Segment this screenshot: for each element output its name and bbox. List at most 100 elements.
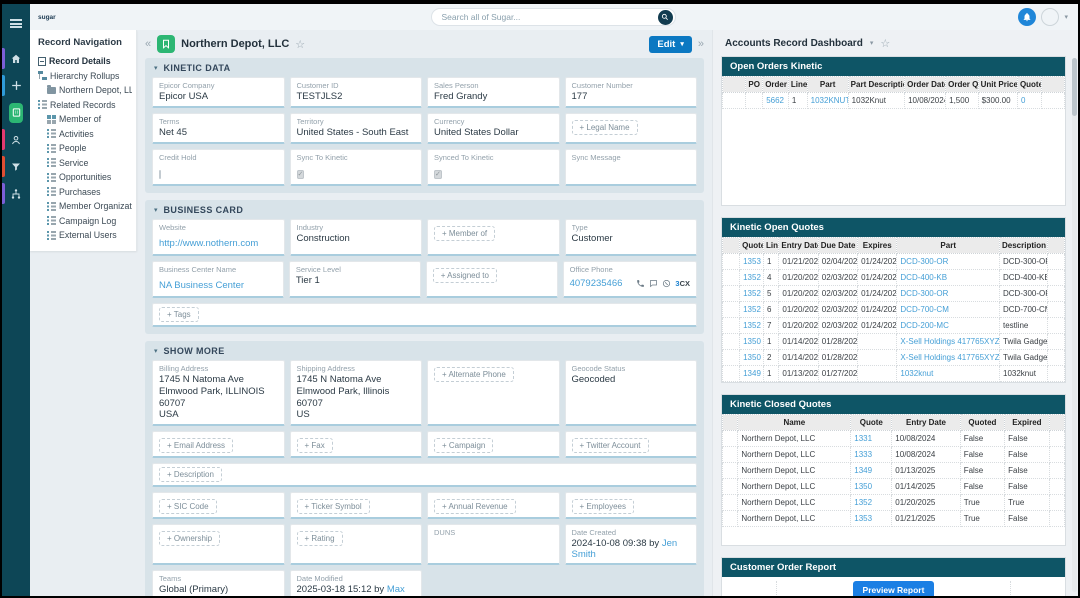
nav-item-northern-depot-llc[interactable]: Northern Depot, LLC (38, 83, 132, 98)
global-search[interactable] (431, 8, 676, 26)
notifications-bell-icon[interactable] (1018, 8, 1036, 26)
section-header-kinetic-data[interactable]: ▾KINETIC DATA (145, 58, 704, 77)
cell-link[interactable]: 5662 (766, 96, 784, 105)
search-input[interactable] (442, 12, 658, 22)
whatsapp-icon[interactable] (662, 275, 671, 293)
add-field-button-legal-name[interactable]: + Legal Name (572, 120, 638, 135)
cell-link[interactable]: 1350 (743, 353, 761, 362)
add-field-button-description[interactable]: + Description (159, 467, 222, 482)
cell-link[interactable]: X-Sell Holdings 417765XYZ987 (900, 353, 999, 362)
cell-link[interactable]: 1352 (743, 273, 761, 282)
cell-link[interactable]: 1352 (854, 498, 872, 507)
table-header-entry-date: Entry Date (779, 238, 818, 254)
cell-link[interactable]: DCD-700-CM (900, 305, 948, 314)
nav-item-record-details[interactable]: Record Details (38, 54, 132, 69)
dashboard-title[interactable]: Accounts Record Dashboard (725, 38, 863, 49)
cell-link[interactable]: 1349 (743, 369, 761, 378)
cell-link[interactable]: DCD-300-OR (900, 257, 948, 266)
rail-item-org[interactable] (2, 180, 30, 207)
add-field-button-twitter-account[interactable]: + Twitter Account (572, 438, 649, 453)
cell-link[interactable]: 1032knut (900, 369, 933, 378)
checkbox-unchecked[interactable] (159, 170, 161, 179)
call-icon[interactable] (636, 275, 645, 293)
table-cell (1049, 431, 1064, 447)
cell-link[interactable]: DCD-400-KB (900, 273, 947, 282)
table-cell: 10/08/2024 (892, 447, 960, 463)
section-header-show-more[interactable]: ▾SHOW MORE (145, 341, 704, 360)
cell-link[interactable]: DCD-300-OR (900, 289, 948, 298)
field-value[interactable]: http://www.nothern.com (159, 238, 258, 249)
checkbox-checked[interactable]: ✓ (434, 170, 442, 179)
table-header-cell (1041, 77, 1064, 93)
nav-item-member-of[interactable]: Member of (38, 112, 132, 127)
add-field-button-member-of[interactable]: + Member of (434, 226, 495, 241)
table-row: Northern Depot, LLC135201/20/2025TrueTru… (723, 495, 1065, 511)
expand-dashboard-icon[interactable]: » (698, 38, 704, 50)
add-field-button-sic-code[interactable]: + SIC Code (159, 499, 217, 514)
dashboard-scrollbar[interactable] (1072, 58, 1077, 592)
search-icon[interactable] (658, 10, 673, 25)
field-value: United States Dollar (434, 127, 553, 139)
cell-link[interactable]: 1352 (743, 305, 761, 314)
field-value[interactable]: NA Business Center (159, 280, 244, 291)
add-field-button-email-address[interactable]: + Email Address (159, 438, 233, 453)
cell-link[interactable]: 1349 (854, 466, 872, 475)
add-field-button-ownership[interactable]: + Ownership (159, 531, 220, 546)
cell-link[interactable]: 1353 (854, 514, 872, 523)
cell-link[interactable]: 1353 (743, 257, 761, 266)
preview-report-button[interactable]: Preview Report (853, 581, 935, 596)
cell-link[interactable]: 1350 (743, 337, 761, 346)
table-cell (723, 286, 740, 302)
nav-item-campaign-log[interactable]: Campaign Log (38, 214, 132, 229)
favorite-star-icon[interactable]: ☆ (295, 38, 305, 51)
rail-item-home[interactable] (2, 45, 30, 72)
rail-item-contacts[interactable] (2, 126, 30, 153)
cell-link[interactable]: 1032KNUT (811, 96, 849, 105)
rail-item-plus[interactable] (2, 72, 30, 99)
cell-link[interactable]: 1331 (854, 434, 872, 443)
add-field-button-annual-revenue[interactable]: + Annual Revenue (434, 499, 516, 514)
nav-item-opportunities[interactable]: Opportunities (38, 170, 132, 185)
threecx-icon[interactable]: 3CX (675, 279, 690, 288)
cell-link[interactable]: X-Sell Holdings 417765XYZ987 (900, 337, 999, 346)
nav-item-service[interactable]: Service (38, 156, 132, 171)
add-field-button-campaign[interactable]: + Campaign (434, 438, 493, 453)
dashboard-star-icon[interactable]: ☆ (880, 37, 890, 50)
add-field-button-ticker-symbol[interactable]: + Ticker Symbol (297, 499, 370, 514)
nav-item-member-organizat[interactable]: Member Organizat... (38, 199, 132, 214)
user-avatar[interactable] (1041, 8, 1059, 26)
cell-link[interactable]: DCD-200-MC (900, 321, 948, 330)
edit-button[interactable]: Edit ▾ (649, 36, 691, 53)
add-field-button-alternate-phone[interactable]: + Alternate Phone (434, 367, 514, 382)
dashboard-caret-icon[interactable]: ▾ (870, 39, 874, 47)
collapse-nav-icon[interactable]: « (145, 38, 151, 50)
cell-link[interactable]: 0 (1021, 96, 1025, 105)
rail-item-menu[interactable] (2, 10, 30, 37)
add-field-button-fax[interactable]: + Fax (297, 438, 333, 453)
nav-item-hierarchy-rollups[interactable]: Hierarchy Rollups (38, 69, 132, 84)
section-header-business-card[interactable]: ▾BUSINESS CARD (145, 200, 704, 219)
cell-link[interactable]: 1350 (854, 482, 872, 491)
cell-link[interactable]: 1352 (743, 289, 761, 298)
rail-item-accounts[interactable] (2, 99, 30, 126)
cell-link[interactable]: 1352 (743, 321, 761, 330)
cell-link[interactable]: 1333 (854, 450, 872, 459)
checkbox-checked[interactable]: ✓ (297, 170, 305, 179)
phone-number-link[interactable]: 4079235466 (570, 278, 623, 290)
add-field-button-employees[interactable]: + Employees (572, 499, 634, 514)
dashboard-scrollbar-thumb[interactable] (1072, 58, 1077, 116)
nav-item-people[interactable]: People (38, 141, 132, 156)
profile-caret-icon[interactable]: ▾ (1064, 13, 1068, 21)
add-field-button-assigned-to[interactable]: + Assigned to (433, 268, 497, 283)
sms-icon[interactable] (649, 275, 658, 293)
nav-item-purchases[interactable]: Purchases (38, 185, 132, 200)
table-cell: 01/20/2025 (779, 302, 818, 318)
table-row: Northern Depot, LLC135001/14/2025FalseFa… (723, 479, 1065, 495)
table-cell: DCD-300-OR (897, 254, 1000, 270)
nav-item-activities[interactable]: Activities (38, 127, 132, 142)
add-field-button-rating[interactable]: + Rating (297, 531, 343, 546)
rail-item-filter[interactable] (2, 153, 30, 180)
nav-item-external-users[interactable]: External Users (38, 228, 132, 243)
add-field-button-tags[interactable]: + Tags (159, 307, 199, 322)
nav-item-related-records[interactable]: Related Records (38, 98, 132, 113)
